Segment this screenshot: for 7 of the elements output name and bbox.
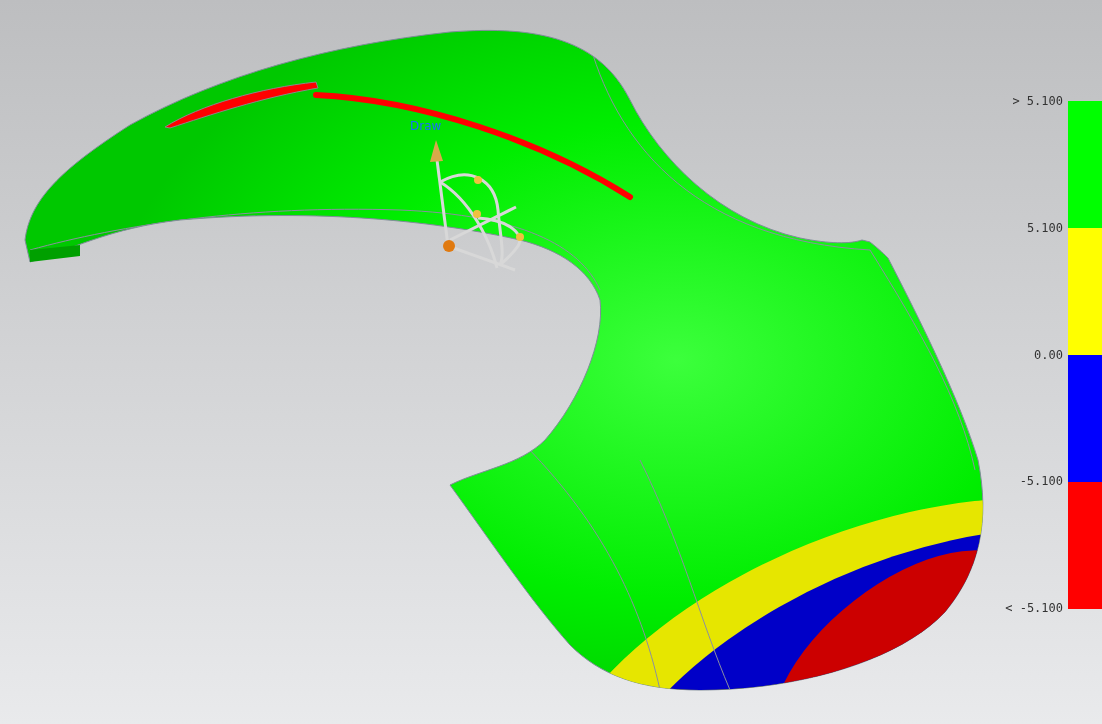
- draft-handle-drawing[interactable]: [430, 140, 524, 272]
- handle-label: Draw: [410, 120, 442, 132]
- legend-label: -5.100: [1019, 474, 1063, 489]
- legend-label: 0.00: [1034, 347, 1063, 362]
- legend-label: 5.100: [1026, 220, 1063, 235]
- legend-label: < -5.100: [1005, 601, 1063, 615]
- legend-label: > 5.100: [1012, 94, 1063, 108]
